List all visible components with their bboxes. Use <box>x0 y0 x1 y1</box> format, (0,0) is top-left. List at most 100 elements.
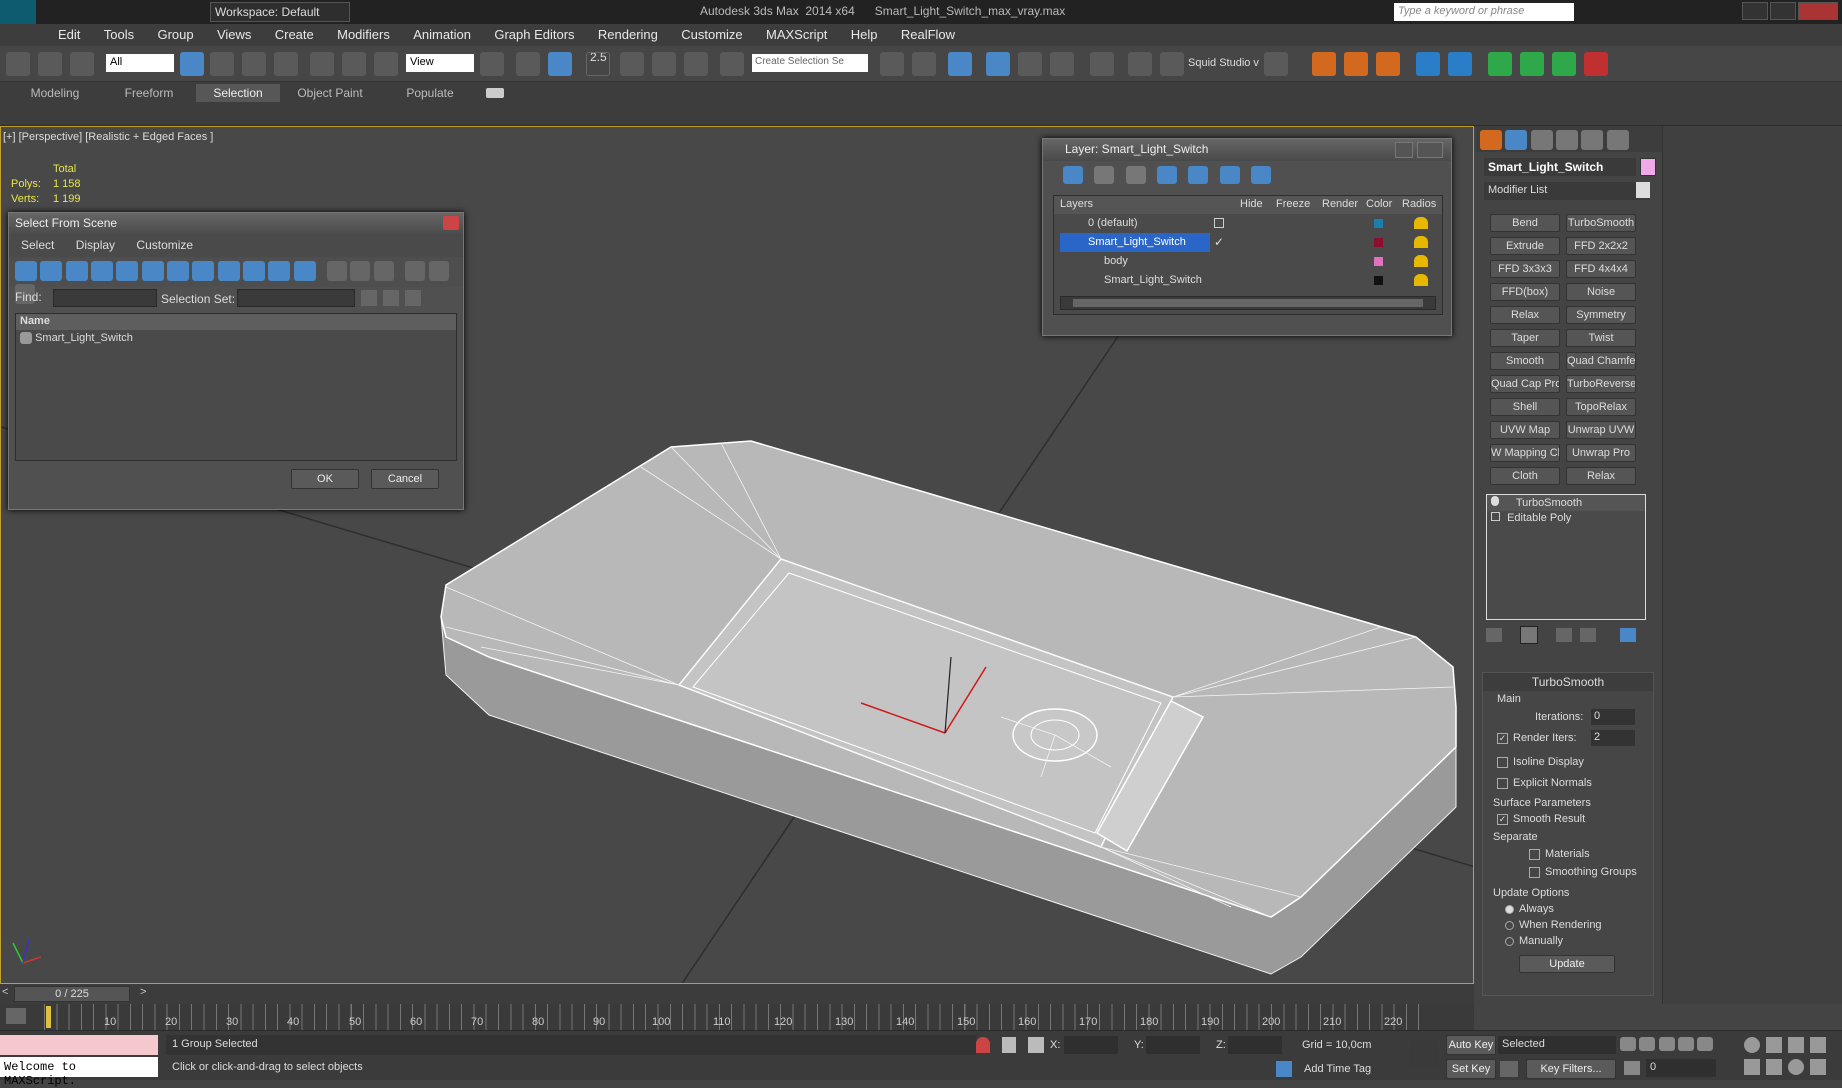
selection-filter-dropdown[interactable]: All <box>106 54 174 72</box>
maximize-icon[interactable] <box>1770 2 1796 20</box>
menu-modifiers[interactable]: Modifiers <box>327 24 400 45</box>
select-and-manipulate-icon[interactable] <box>516 52 540 76</box>
time-slider-prev-icon[interactable]: < <box>2 986 14 1000</box>
select-dialog-close-icon[interactable] <box>443 216 459 230</box>
delete-layer-icon[interactable] <box>1094 166 1115 184</box>
update-button[interactable]: Update <box>1519 955 1615 973</box>
menu-maxscript[interactable]: MAXScript <box>756 24 837 45</box>
minimize-icon[interactable] <box>1742 2 1768 20</box>
realflow-wave-icon[interactable] <box>1448 52 1472 76</box>
track-bar[interactable]: 10 20 30 40 50 60 70 80 90 100 110 120 1… <box>0 1004 1474 1030</box>
key-mode-dropdown[interactable]: Selected <box>1498 1036 1616 1054</box>
menu-graph-editors[interactable]: Graph Editors <box>484 24 584 45</box>
realflow-export-icon[interactable] <box>1584 52 1608 76</box>
layer-active-checkbox[interactable] <box>1214 218 1224 228</box>
create-tab-icon[interactable] <box>1480 130 1502 150</box>
select-by-name-icon[interactable] <box>210 52 234 76</box>
layer-color-swatch[interactable] <box>1374 238 1383 247</box>
remove-modifier-icon[interactable] <box>1580 628 1596 642</box>
maxscript-listener-top[interactable] <box>0 1035 158 1055</box>
zoom-extents-all-icon[interactable] <box>1810 1037 1826 1053</box>
layer-manager-icon[interactable] <box>948 52 972 76</box>
realflow-soft-icon[interactable] <box>1520 52 1544 76</box>
filter-hidden-icon[interactable] <box>293 261 316 281</box>
rollout-title[interactable]: TurboSmooth <box>1483 673 1653 691</box>
zoom-icon[interactable] <box>1744 1037 1760 1053</box>
modifier-button-turboreverse[interactable]: TurboReverse <box>1566 375 1636 393</box>
tab-object-paint[interactable]: Object Paint <box>282 84 378 102</box>
select-dialog-menu-select[interactable]: Select <box>21 238 54 252</box>
selection-set-options-icon[interactable] <box>405 290 421 306</box>
selection-set-remove-icon[interactable] <box>383 290 399 306</box>
list-header-name[interactable]: Name <box>16 314 456 330</box>
close-icon[interactable] <box>1798 2 1838 20</box>
window-crossing-icon[interactable] <box>274 52 298 76</box>
when-rendering-radio[interactable] <box>1505 921 1514 930</box>
toggle-ribbon-icon[interactable] <box>986 52 1010 76</box>
filter-frozen-icon[interactable] <box>268 261 291 281</box>
smoothing-groups-checkbox[interactable] <box>1529 867 1540 878</box>
modifier-button-turbosmooth[interactable]: TurboSmooth <box>1566 214 1636 232</box>
scale-icon[interactable] <box>374 52 398 76</box>
lock-selection-icon[interactable] <box>1002 1037 1016 1053</box>
menu-tools[interactable]: Tools <box>94 24 144 45</box>
play-icon[interactable] <box>1658 1037 1675 1051</box>
select-dialog-menu-display[interactable]: Display <box>76 238 115 252</box>
realflow-emitter-icon[interactable] <box>1312 52 1336 76</box>
bind-space-warp-icon[interactable] <box>70 52 94 76</box>
key-filters-button[interactable]: Key Filters... <box>1526 1059 1616 1079</box>
named-selection-set-dropdown[interactable]: Create Selection Se <box>752 54 868 72</box>
angle-snap-icon[interactable] <box>620 52 644 76</box>
filter-containers-icon[interactable] <box>243 261 266 281</box>
lightbulb-icon[interactable] <box>1491 496 1499 506</box>
selection-set-add-icon[interactable] <box>361 290 377 306</box>
filter-helpers-icon[interactable] <box>116 261 139 281</box>
current-frame-field[interactable]: 0 <box>1646 1059 1716 1077</box>
find-input[interactable] <box>53 289 157 307</box>
iterations-spinner[interactable]: 0 <box>1591 709 1635 725</box>
manually-radio[interactable] <box>1505 937 1514 946</box>
spinner-snap-icon[interactable] <box>684 52 708 76</box>
object-name-field[interactable]: Smart_Light_Switch <box>1484 158 1636 176</box>
radiosity-icon[interactable] <box>1414 255 1428 267</box>
next-frame-icon[interactable] <box>1678 1037 1695 1051</box>
go-to-start-icon[interactable] <box>1620 1037 1636 1051</box>
menu-edit[interactable]: Edit <box>48 24 90 45</box>
always-radio[interactable] <box>1505 905 1514 914</box>
curve-editor-icon[interactable] <box>1018 52 1042 76</box>
filter-spacewarps-icon[interactable] <box>141 261 164 281</box>
maximize-viewport-icon[interactable] <box>1810 1059 1826 1075</box>
ribbon-options-icon[interactable] <box>486 88 504 98</box>
show-end-result-icon[interactable] <box>1520 626 1538 644</box>
realflow-domain-icon[interactable] <box>1344 52 1368 76</box>
configure-modifier-sets-icon[interactable] <box>1620 628 1636 642</box>
radiosity-icon[interactable] <box>1414 236 1428 248</box>
highlight-layer-icon[interactable] <box>1188 166 1209 184</box>
field-of-view-icon[interactable] <box>1744 1059 1760 1075</box>
realflow-cloth-icon[interactable] <box>1552 52 1576 76</box>
filter-funnel-icon[interactable] <box>405 261 426 281</box>
menu-create[interactable]: Create <box>265 24 324 45</box>
render-production-icon[interactable] <box>1264 52 1288 76</box>
ok-button[interactable]: OK <box>291 469 359 489</box>
explicit-normals-checkbox[interactable] <box>1497 778 1508 789</box>
modifier-button-extrude[interactable]: Extrude <box>1490 237 1560 255</box>
rectangular-selection-icon[interactable] <box>242 52 266 76</box>
select-all-icon[interactable] <box>327 261 348 281</box>
filter-xrefs-icon[interactable] <box>192 261 215 281</box>
layer-row[interactable]: Smart_Light_Switch ✓ <box>1054 233 1442 252</box>
hide-all-layers-icon[interactable] <box>1219 166 1240 184</box>
filter-lights-icon[interactable] <box>65 261 88 281</box>
modifier-button-symmetry[interactable]: Symmetry <box>1566 306 1636 324</box>
modifier-button-taper[interactable]: Taper <box>1490 329 1560 347</box>
add-to-layer-icon[interactable] <box>1125 166 1146 184</box>
realflow-particles-icon[interactable] <box>1416 52 1440 76</box>
layer-color-swatch[interactable] <box>1374 276 1383 285</box>
set-key-button[interactable]: Set Key <box>1446 1059 1496 1079</box>
layer-horizontal-scrollbar[interactable] <box>1060 296 1436 310</box>
zoom-extents-icon[interactable] <box>1788 1037 1804 1053</box>
layer-close-icon[interactable] <box>1417 142 1443 158</box>
expand-plus-icon[interactable] <box>1491 512 1500 521</box>
col-hide[interactable]: Hide <box>1240 198 1263 210</box>
make-unique-icon[interactable] <box>1556 628 1572 642</box>
